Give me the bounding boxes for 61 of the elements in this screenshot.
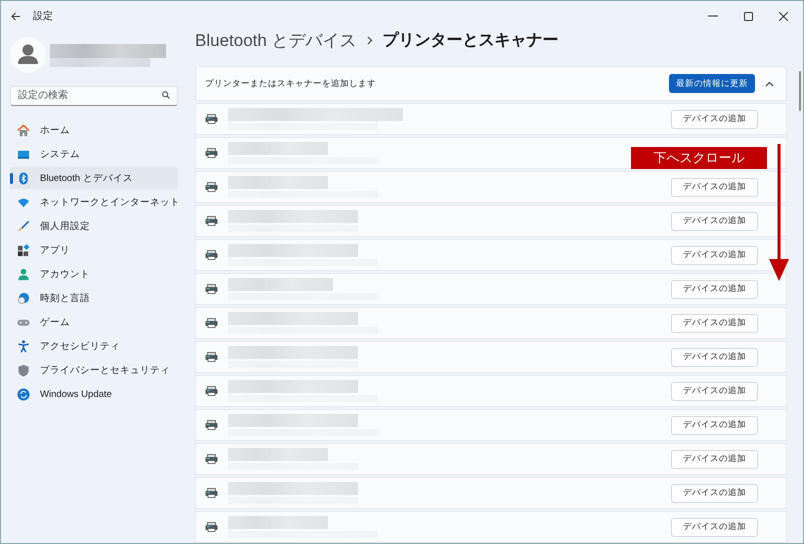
printer-icon [205, 522, 218, 532]
nav-item[interactable]: ゲーム [10, 311, 178, 333]
back-icon[interactable] [11, 12, 21, 20]
nav-item[interactable]: ホーム [10, 119, 178, 141]
window-title: 設定 [33, 10, 53, 23]
panel-label: プリンターまたはスキャナーを追加します [205, 78, 377, 90]
nav-item[interactable]: Windows Update [10, 383, 178, 405]
printer-icon [205, 420, 218, 430]
person-icon [17, 268, 30, 280]
add-device-button[interactable]: デバイスの追加 [671, 450, 758, 468]
scroll-annotation: 下へスクロール [631, 147, 767, 169]
home-icon [17, 124, 30, 136]
add-device-button[interactable]: デバイスの追加 [671, 348, 758, 366]
brush-icon [17, 220, 30, 232]
breadcrumb-parent[interactable]: Bluetooth とデバイス [195, 29, 357, 52]
add-device-button[interactable]: デバイスの追加 [671, 314, 758, 332]
shield-icon [17, 364, 30, 376]
refresh-button[interactable]: 最新の情報に更新 [669, 74, 755, 93]
chevron-right-icon [366, 36, 373, 45]
add-device-button[interactable]: デバイスの追加 [671, 382, 758, 400]
nav-item[interactable]: アカウント [10, 263, 178, 285]
close-icon[interactable] [779, 12, 788, 20]
search-field[interactable]: 設定の検索 [10, 86, 178, 106]
nav-item[interactable]: システム [10, 143, 178, 165]
printer-icon [205, 386, 218, 396]
add-device-button[interactable]: デバイスの追加 [671, 484, 758, 502]
add-device-button[interactable]: デバイスの追加 [671, 416, 758, 434]
add-device-button[interactable]: デバイスの追加 [671, 110, 758, 128]
avatar-icon [10, 37, 46, 73]
nav-item[interactable]: ネットワークとインターネット [10, 191, 178, 213]
apps-icon [17, 244, 30, 256]
add-device-button[interactable]: デバイスの追加 [671, 518, 758, 536]
globe-clock-icon [17, 292, 30, 304]
printer-icon [205, 250, 218, 260]
accessibility-icon [17, 340, 30, 352]
search-icon [162, 91, 170, 99]
page-title: プリンターとスキャナー [382, 30, 559, 51]
printer-icon [205, 148, 218, 158]
nav-item[interactable]: Bluetooth とデバイス [10, 167, 178, 189]
printer-icon [205, 318, 218, 328]
printer-icon [205, 488, 218, 498]
printer-icon [205, 352, 218, 362]
nav-item[interactable]: アプリ [10, 239, 178, 261]
printer-icon [205, 284, 218, 294]
add-device-button[interactable]: デバイスの追加 [671, 178, 758, 196]
printer-icon [205, 114, 218, 124]
printer-icon [205, 216, 218, 226]
nav-item[interactable]: プライバシーとセキュリティ [10, 359, 178, 381]
maximize-icon[interactable] [744, 12, 753, 20]
add-device-button[interactable]: デバイスの追加 [671, 280, 758, 298]
scrollbar[interactable] [799, 71, 801, 111]
bluetooth-icon [17, 172, 30, 184]
printer-icon [205, 454, 218, 464]
chevron-icon[interactable] [765, 80, 774, 86]
add-device-button[interactable]: デバイスの追加 [671, 246, 758, 264]
printer-icon [205, 182, 218, 192]
nav-item[interactable]: 個人用設定 [10, 215, 178, 237]
add-device-button[interactable]: デバイスの追加 [671, 212, 758, 230]
nav-item[interactable]: 時刻と言語 [10, 287, 178, 309]
nav-item[interactable]: アクセシビリティ [10, 335, 178, 357]
refresh-icon [17, 388, 30, 400]
